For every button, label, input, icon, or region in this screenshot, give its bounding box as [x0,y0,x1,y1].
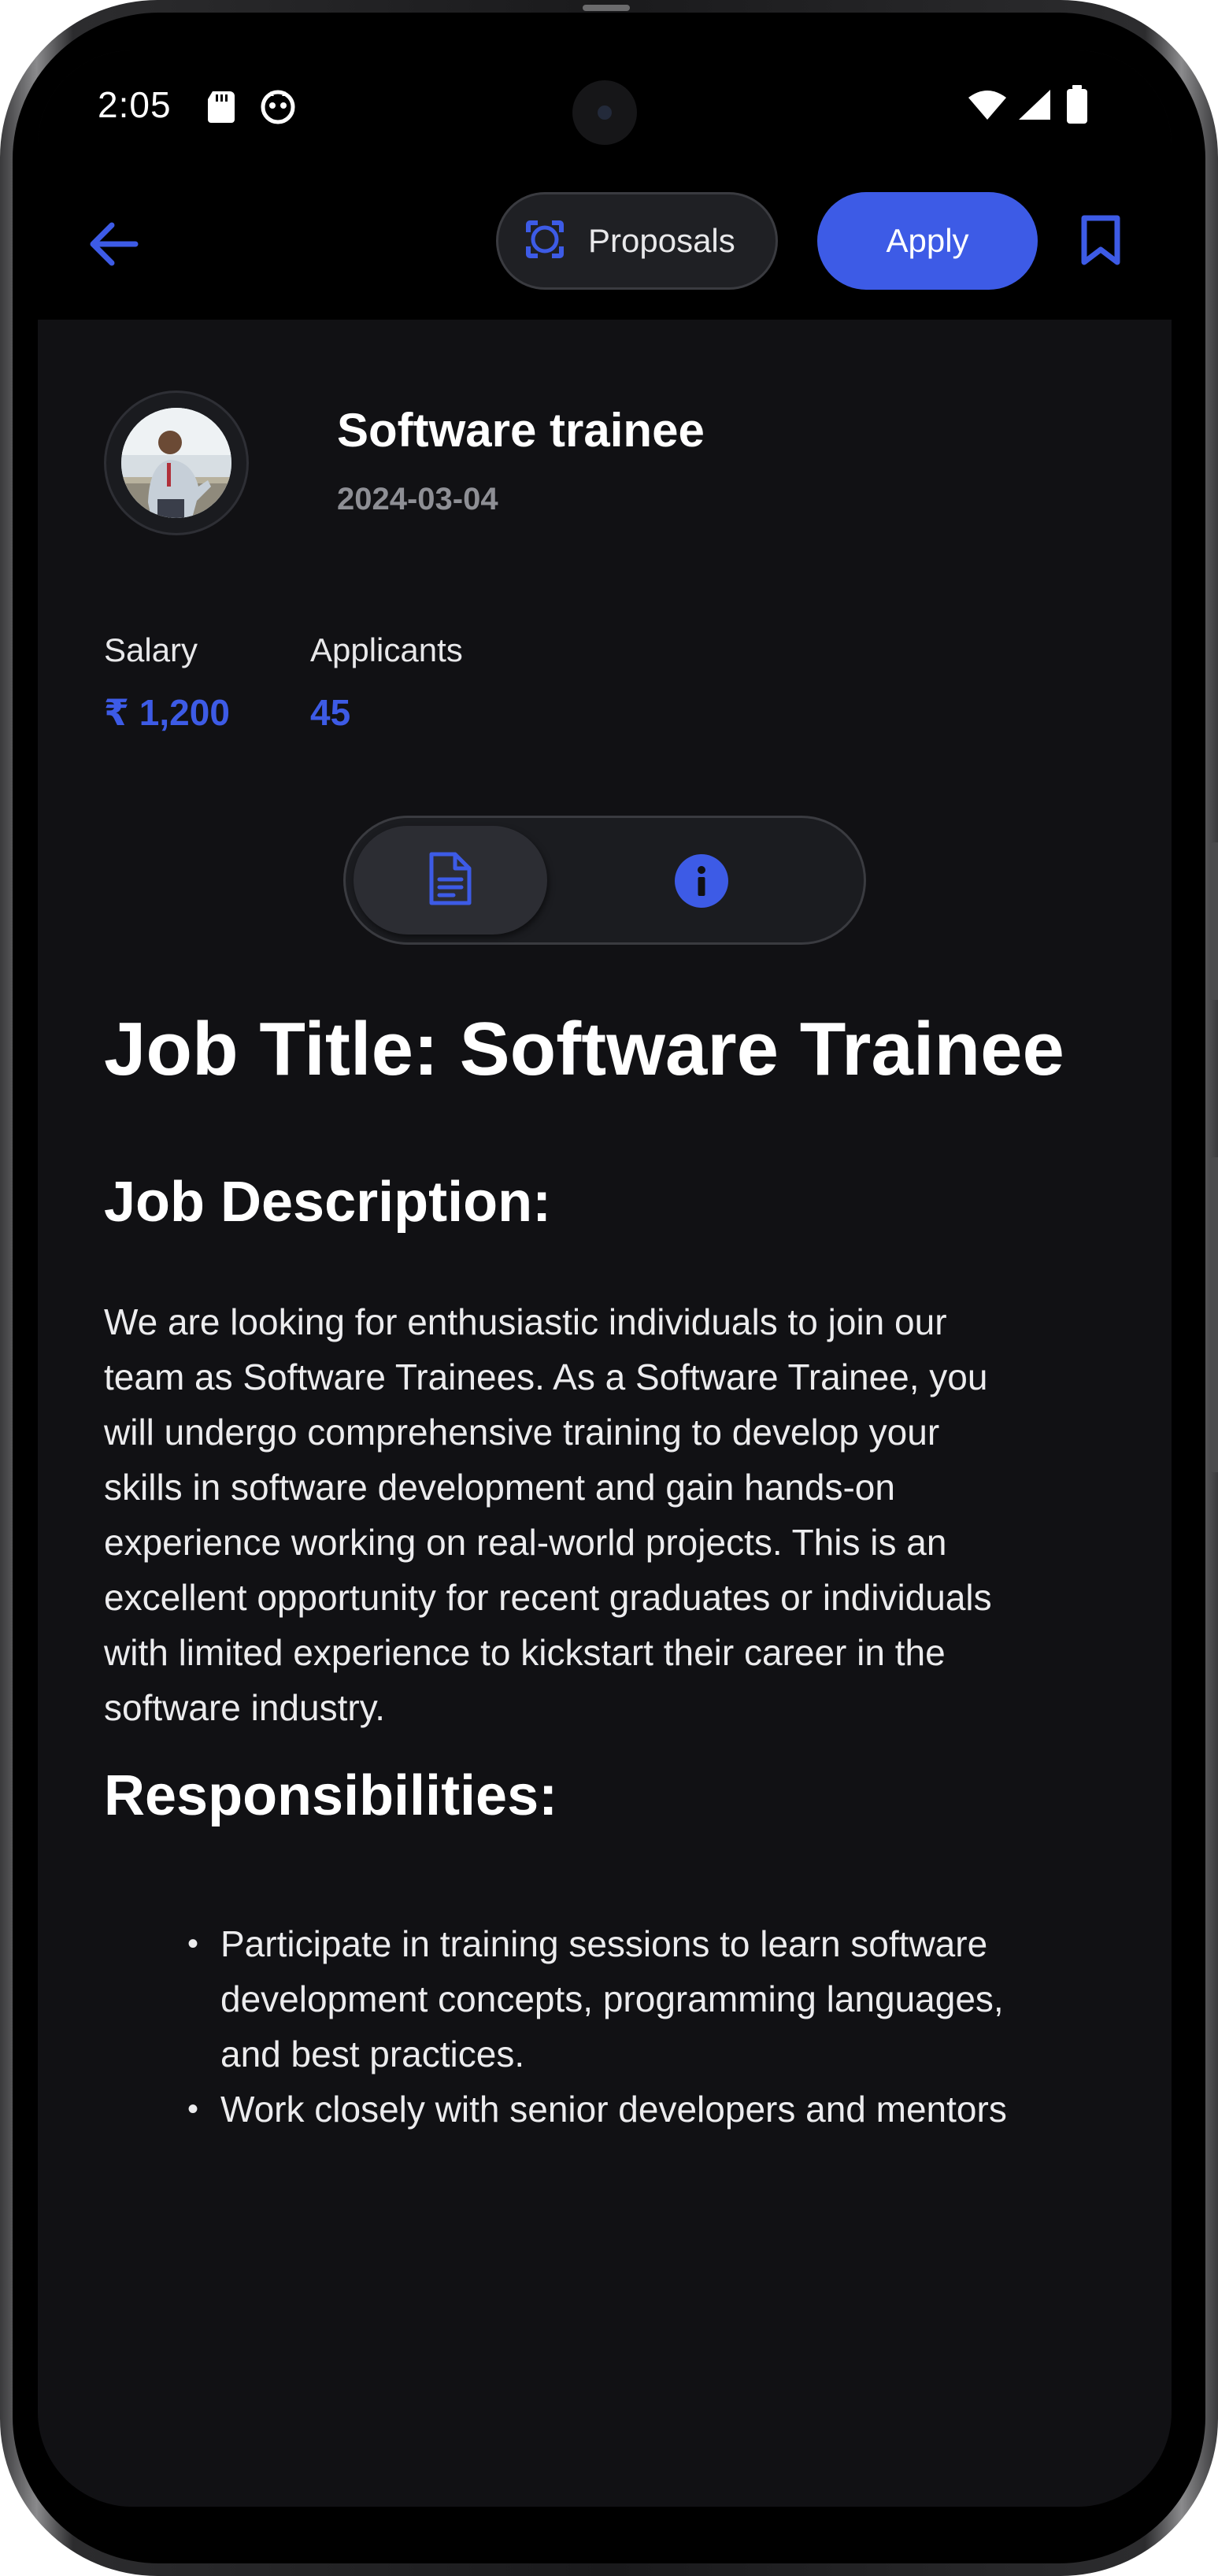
description-line: team as Software Trainees. As a Software… [104,1356,988,1397]
power-button [1210,842,1218,1000]
list-item-line: Work closely with senior developers and … [220,2089,1007,2130]
responsibilities-heading: Responsibilities: [104,1764,558,1827]
responsibilities-list: • Participate in training sessions to le… [187,1916,1132,2137]
applicants-label: Applicants [310,631,463,668]
tab-description[interactable] [354,826,547,935]
description-line: skills in software development and gain … [104,1467,895,1508]
battery-icon [1066,85,1088,128]
job-title: Software trainee [337,404,705,457]
list-item: • Participate in training sessions to le… [187,1916,1132,2082]
avatar-photo [121,408,231,518]
list-item-line: Participate in training sessions to lear… [220,1923,988,1964]
document-icon [428,851,472,910]
status-bar: 2:05 [38,50,1172,168]
job-posted-date: 2024-03-04 [337,482,498,516]
list-item: • Work closely with senior developers an… [187,2082,1132,2137]
bullet-icon: • [187,1926,199,1961]
cell-signal-icon [1017,88,1052,125]
description-line: software industry. [104,1687,386,1728]
info-icon [674,853,729,912]
screen: 2:05 Proposals Apply Software trainee 20… [38,50,1172,2507]
proposals-button[interactable]: Proposals [496,192,778,290]
description-line: with limited experience to kickstart the… [104,1632,946,1673]
list-item-line: development concepts, programming langua… [220,1978,1004,2019]
wifi-icon [967,88,1008,125]
bookmark-button[interactable] [1069,211,1132,274]
arrow-left-icon [88,222,139,270]
view-toggle [343,816,866,945]
scan-frame-icon [524,218,566,265]
app-notification-icon [260,88,296,128]
description-line: excellent opportunity for recent graduat… [104,1577,992,1618]
back-button[interactable] [82,214,145,277]
volume-button [1210,1157,1218,1472]
description-line: experience working on real-world project… [104,1522,947,1563]
description-paragraph: We are looking for enthusiastic individu… [104,1294,1127,1735]
content-heading: Job Title: Software Trainee [104,1007,1064,1091]
bookmark-icon [1079,215,1122,271]
bullet-icon: • [187,2092,199,2126]
salary-label: Salary [104,631,198,668]
list-item-line: and best practices. [220,2034,525,2074]
apply-button[interactable]: Apply [817,192,1038,290]
status-time: 2:05 [98,84,172,125]
tab-info[interactable] [664,845,739,920]
description-line: will undergo comprehensive training to d… [104,1412,940,1453]
company-avatar [104,390,249,535]
front-camera [572,80,637,145]
description-line: We are looking for enthusiastic individu… [104,1301,947,1342]
description-heading: Job Description: [104,1171,552,1234]
salary-value: ₹ 1,200 [104,692,230,733]
applicants-value: 45 [310,692,351,733]
frame-top-detail [583,5,630,11]
app-bar: Proposals Apply [38,168,1172,320]
sd-card-icon [206,90,236,128]
proposals-label: Proposals [588,222,735,259]
